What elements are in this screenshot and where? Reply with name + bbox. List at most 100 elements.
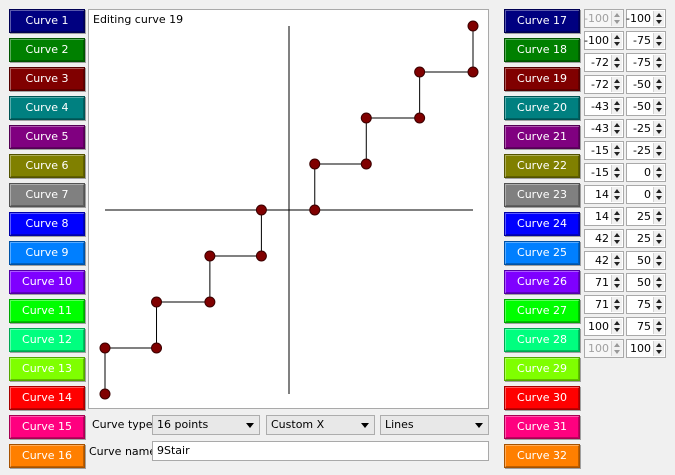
curve-point[interactable] [360, 112, 372, 124]
spin-up-icon[interactable] [656, 145, 662, 149]
point-y-spinbox[interactable]: 0 [626, 185, 666, 204]
spin-down-icon[interactable] [656, 152, 662, 156]
spin-down-icon[interactable] [656, 328, 662, 332]
spin-down-icon[interactable] [614, 196, 620, 200]
curve-button[interactable]: Curve 28 [504, 328, 580, 352]
curve-point[interactable] [204, 250, 216, 262]
spin-up-icon[interactable] [614, 101, 620, 105]
curve-button[interactable]: Curve 24 [504, 212, 580, 236]
spin-buttons[interactable] [653, 165, 664, 180]
curve-button[interactable]: Curve 22 [504, 154, 580, 178]
spin-down-icon[interactable] [656, 262, 662, 266]
spin-buttons[interactable] [611, 121, 622, 136]
spin-buttons[interactable] [653, 319, 664, 334]
spin-up-icon[interactable] [656, 13, 662, 17]
spin-down-icon[interactable] [656, 218, 662, 222]
curve-button[interactable]: Curve 32 [504, 444, 580, 468]
spin-buttons[interactable] [653, 341, 664, 356]
curve-button[interactable]: Curve 11 [9, 299, 85, 323]
curve-button[interactable]: Curve 15 [9, 415, 85, 439]
point-x-spinbox[interactable]: -72 [584, 53, 624, 72]
curve-button[interactable]: Curve 5 [9, 125, 85, 149]
curve-editor[interactable]: Editing curve 19 [88, 9, 489, 409]
spin-up-icon[interactable] [656, 233, 662, 237]
spin-up-icon[interactable] [656, 321, 662, 325]
curve-button[interactable]: Curve 2 [9, 38, 85, 62]
spin-up-icon[interactable] [614, 13, 620, 17]
spin-down-icon[interactable] [614, 284, 620, 288]
spin-buttons[interactable] [653, 121, 664, 136]
point-y-spinbox[interactable]: 25 [626, 207, 666, 226]
spin-up-icon[interactable] [614, 35, 620, 39]
point-x-spinbox[interactable]: -72 [584, 75, 624, 94]
spin-down-icon[interactable] [614, 152, 620, 156]
spin-buttons[interactable] [611, 11, 622, 26]
spin-up-icon[interactable] [656, 101, 662, 105]
curve-button[interactable]: Curve 29 [504, 357, 580, 381]
spin-up-icon[interactable] [656, 167, 662, 171]
spin-down-icon[interactable] [614, 64, 620, 68]
spin-down-icon[interactable] [614, 108, 620, 112]
spin-up-icon[interactable] [656, 123, 662, 127]
spin-down-icon[interactable] [614, 130, 620, 134]
curve-plot[interactable] [89, 10, 488, 408]
spin-buttons[interactable] [611, 165, 622, 180]
curve-button[interactable]: Curve 30 [504, 386, 580, 410]
curve-button[interactable]: Curve 23 [504, 183, 580, 207]
point-x-spinbox[interactable]: 14 [584, 185, 624, 204]
curve-button[interactable]: Curve 12 [9, 328, 85, 352]
spin-buttons[interactable] [611, 99, 622, 114]
spin-down-icon[interactable] [656, 240, 662, 244]
point-y-spinbox[interactable]: -25 [626, 141, 666, 160]
point-x-spinbox[interactable]: 71 [584, 273, 624, 292]
spin-buttons[interactable] [611, 187, 622, 202]
spin-buttons[interactable] [653, 231, 664, 246]
point-y-spinbox[interactable]: 50 [626, 251, 666, 270]
x-mode-select[interactable]: Custom X [266, 415, 375, 435]
spin-buttons[interactable] [611, 209, 622, 224]
point-y-spinbox[interactable]: -75 [626, 53, 666, 72]
curve-point[interactable] [309, 204, 321, 216]
spin-down-icon[interactable] [656, 42, 662, 46]
curve-point[interactable] [360, 158, 372, 170]
spin-down-icon[interactable] [656, 86, 662, 90]
curve-point[interactable] [255, 250, 267, 262]
point-x-spinbox[interactable]: -15 [584, 141, 624, 160]
spin-down-icon[interactable] [614, 218, 620, 222]
spin-buttons[interactable] [611, 77, 622, 92]
point-x-spinbox[interactable]: -43 [584, 97, 624, 116]
point-x-spinbox[interactable]: 100 [584, 339, 624, 358]
spin-buttons[interactable] [653, 253, 664, 268]
point-y-spinbox[interactable]: 25 [626, 229, 666, 248]
point-y-spinbox[interactable]: -100 [626, 9, 666, 28]
spin-up-icon[interactable] [614, 167, 620, 171]
curve-button[interactable]: Curve 19 [504, 67, 580, 91]
point-x-spinbox[interactable]: 100 [584, 317, 624, 336]
interpolation-select[interactable]: Lines [380, 415, 489, 435]
curve-point[interactable] [414, 66, 426, 78]
spin-up-icon[interactable] [614, 277, 620, 281]
spin-down-icon[interactable] [614, 306, 620, 310]
spin-buttons[interactable] [611, 33, 622, 48]
spin-buttons[interactable] [611, 341, 622, 356]
curve-button[interactable]: Curve 16 [9, 444, 85, 468]
spin-down-icon[interactable] [656, 284, 662, 288]
curve-point[interactable] [204, 296, 216, 308]
spin-buttons[interactable] [653, 297, 664, 312]
spin-buttons[interactable] [653, 275, 664, 290]
spin-up-icon[interactable] [614, 123, 620, 127]
point-y-spinbox[interactable]: 100 [626, 339, 666, 358]
curve-button[interactable]: Curve 31 [504, 415, 580, 439]
spin-down-icon[interactable] [614, 86, 620, 90]
spin-up-icon[interactable] [614, 211, 620, 215]
spin-buttons[interactable] [611, 253, 622, 268]
spin-up-icon[interactable] [614, 321, 620, 325]
spin-up-icon[interactable] [614, 343, 620, 347]
curve-point[interactable] [99, 388, 111, 400]
spin-buttons[interactable] [653, 33, 664, 48]
spin-buttons[interactable] [611, 275, 622, 290]
curve-button[interactable]: Curve 20 [504, 96, 580, 120]
spin-down-icon[interactable] [656, 108, 662, 112]
curve-button[interactable]: Curve 4 [9, 96, 85, 120]
spin-up-icon[interactable] [614, 255, 620, 259]
